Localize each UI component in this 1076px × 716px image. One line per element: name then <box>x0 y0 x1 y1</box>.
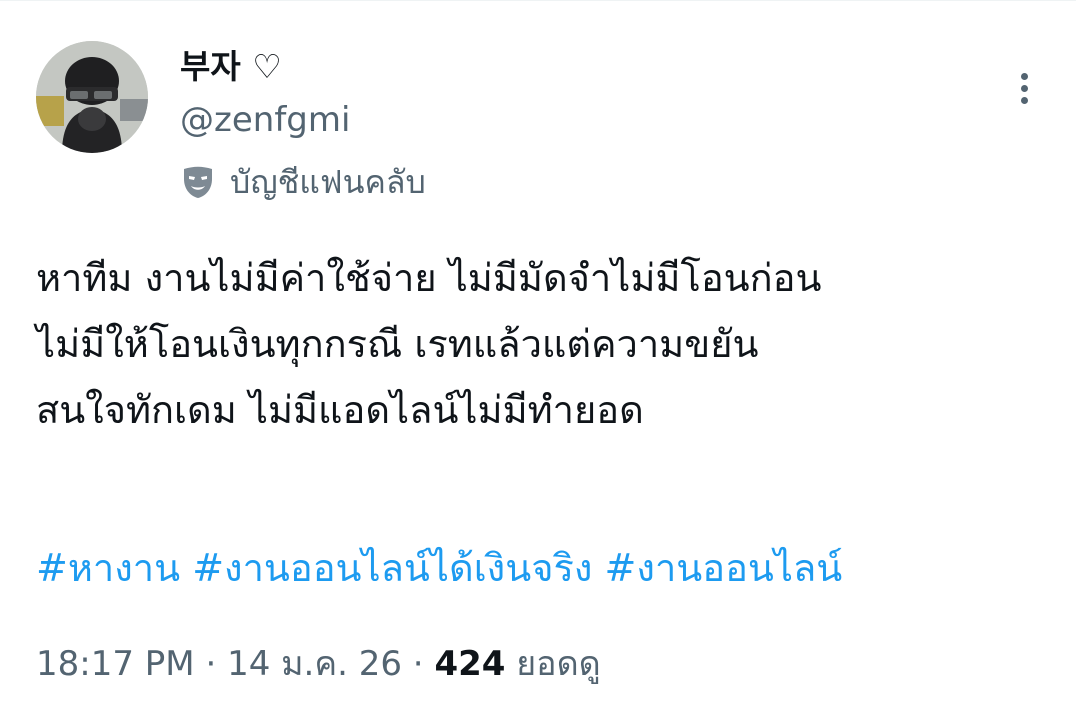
top-divider <box>0 0 1076 7</box>
hashtag-link[interactable]: #งานออนไลน์ <box>605 546 843 590</box>
tweet-body: หาทีม งานไม่มีค่าใช้จ่าย ไม่มีมัดจำไม่มี… <box>36 245 1056 443</box>
more-dot <box>1020 96 1028 104</box>
hashtag-link[interactable]: #หางาน <box>36 546 180 590</box>
tweet-body-line: สนใจทักเดม ไม่มีแอดไลน์ไม่มีทำยอด <box>36 388 644 432</box>
more-dot <box>1020 84 1028 92</box>
hashtag-row: #หางาน #งานออนไลน์ได้เงินจริง #งานออนไลน… <box>36 541 842 595</box>
tweet-body-line: ไม่มีให้โอนเงินทุกกรณี เรทแล้วแต่ความขยั… <box>36 322 759 366</box>
user-handle[interactable]: @zenfgmi <box>180 99 350 141</box>
tweet-time[interactable]: 18:17 PM <box>36 644 195 684</box>
display-name[interactable]: 부자 ♡ <box>180 47 282 87</box>
view-label: ยอดดู <box>516 644 601 684</box>
more-vertical-icon[interactable] <box>1006 64 1042 112</box>
avatar[interactable] <box>36 41 148 153</box>
view-count: 424 <box>434 644 506 684</box>
more-dot <box>1020 72 1028 80</box>
tweet-body-line: หาทีม งานไม่มีค่าใช้จ่าย ไม่มีมัดจำไม่มี… <box>36 256 822 300</box>
tweet-date[interactable]: 14 ม.ค. 26 <box>227 644 402 684</box>
avatar-image <box>36 41 148 153</box>
hashtag-link[interactable]: #งานออนไลน์ได้เงินจริง <box>192 546 592 590</box>
tweet-meta: 18:17 PM · 14 ม.ค. 26 · 424 ยอดดู <box>36 637 601 691</box>
account-label-row: บัญชีแฟนคลับ <box>180 160 426 204</box>
theater-mask-icon <box>184 166 212 198</box>
account-label: บัญชีแฟนคลับ <box>230 162 426 201</box>
meta-separator: · <box>194 644 228 684</box>
meta-separator: · <box>402 644 435 684</box>
